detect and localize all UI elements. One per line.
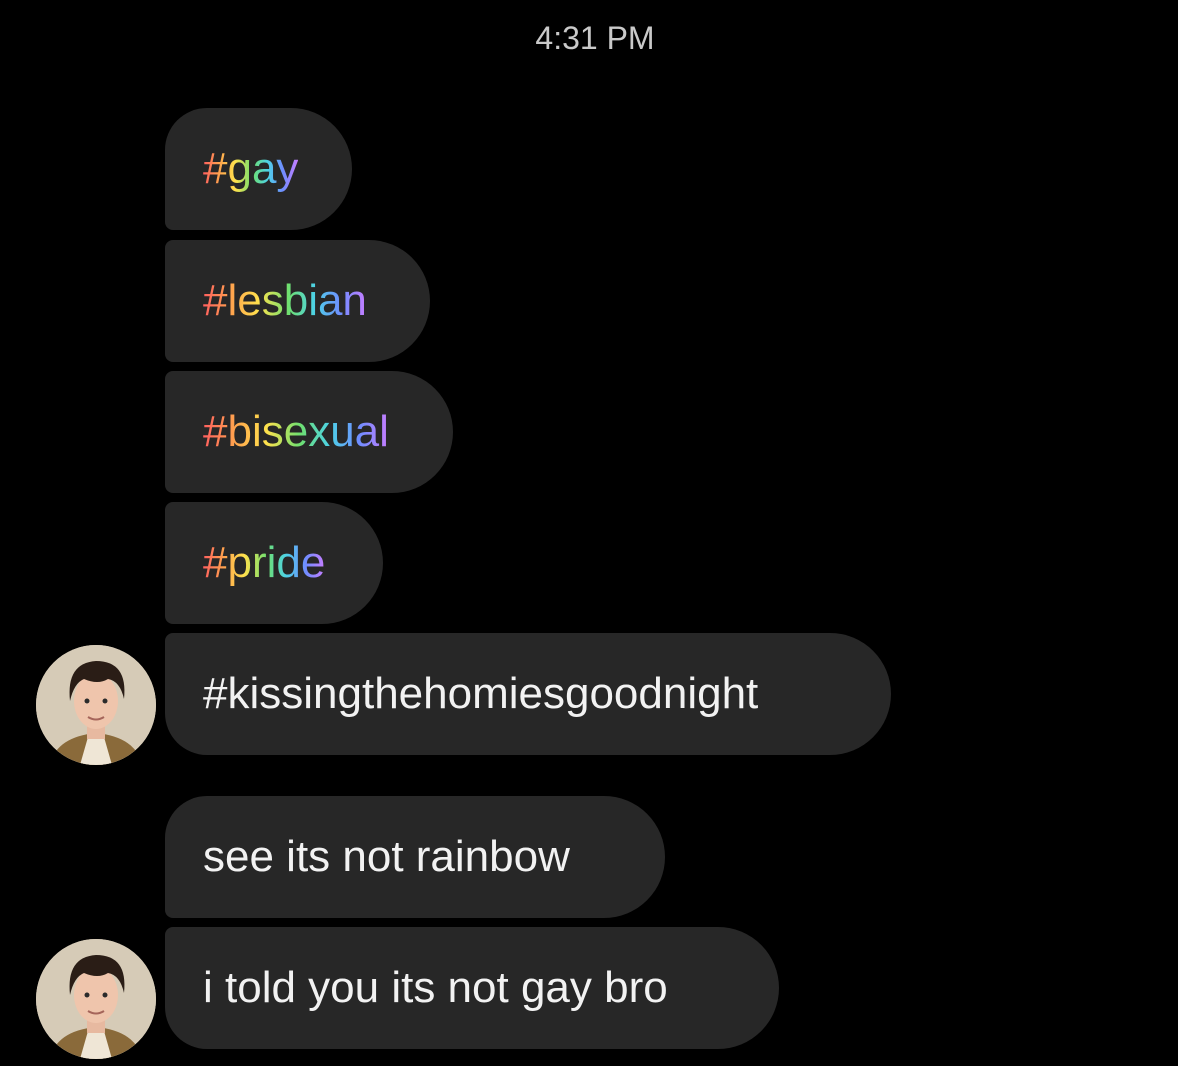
hashtag-text: #lesbian xyxy=(203,276,367,325)
message-bubble[interactable]: #pride xyxy=(165,502,383,624)
message-bubble[interactable]: #bisexual xyxy=(165,371,453,493)
message-bubble[interactable]: i told you its not gay bro xyxy=(165,927,779,1049)
message-bubble[interactable]: #gay xyxy=(165,108,352,230)
message-bubble[interactable]: #kissingthehomiesgoodnight xyxy=(165,633,891,755)
message-text: see its not rainbow xyxy=(203,832,570,881)
message-bubble[interactable]: #lesbian xyxy=(165,240,430,362)
message-timestamp: 4:31 PM xyxy=(535,20,655,56)
message-text: i told you its not gay bro xyxy=(203,963,668,1012)
avatar-photo-icon xyxy=(36,939,156,1059)
hashtag-text: #kissingthehomiesgoodnight xyxy=(203,669,759,718)
chat-screen: 4:31 PM #gay #lesbian #bisexual #pride #… xyxy=(0,0,1178,1066)
hashtag-text: #bisexual xyxy=(203,407,389,456)
message-bubble[interactable]: see its not rainbow xyxy=(165,796,665,918)
avatar-photo-icon xyxy=(36,645,156,765)
hashtag-text: #pride xyxy=(203,538,326,587)
hashtag-text: #gay xyxy=(203,144,299,193)
sender-avatar[interactable] xyxy=(36,939,156,1059)
sender-avatar[interactable] xyxy=(36,645,156,765)
